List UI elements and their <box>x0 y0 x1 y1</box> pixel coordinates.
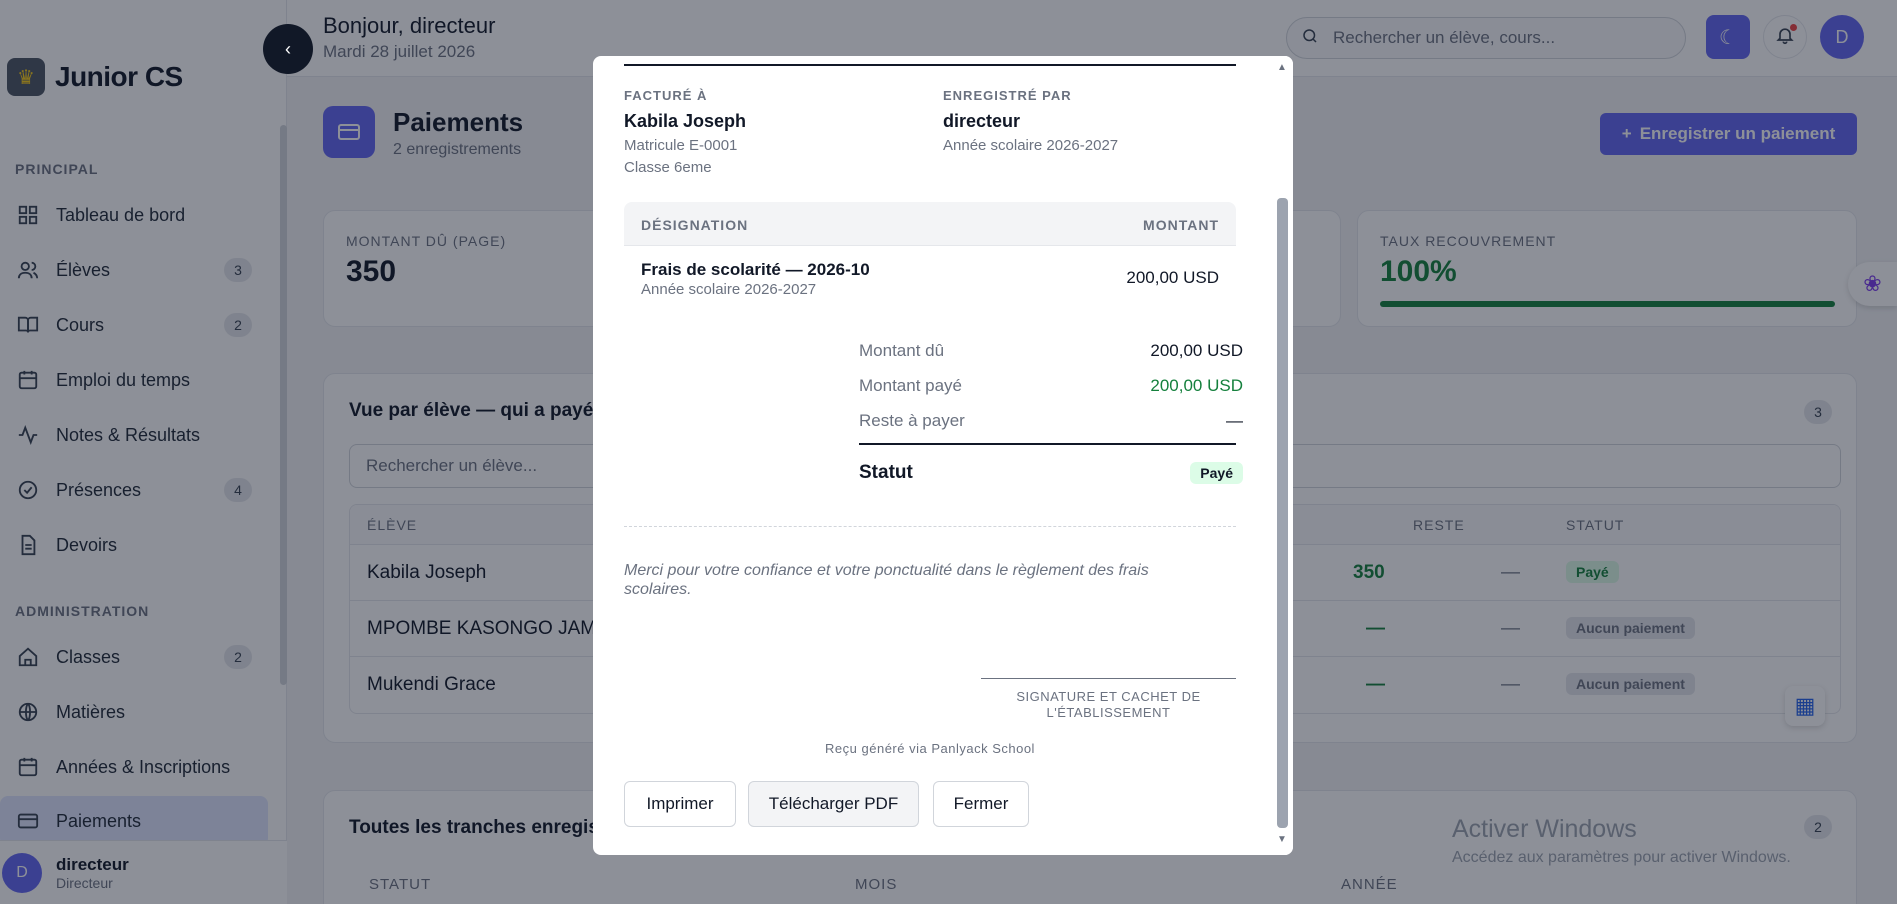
chevron-left-icon: ‹ <box>285 38 291 59</box>
recorded-by: directeur <box>943 111 1021 131</box>
status-label: Statut <box>859 462 913 483</box>
col-designation: DÉSIGNATION <box>641 217 749 233</box>
scroll-up-arrow-icon[interactable]: ▲ <box>1277 62 1287 73</box>
signature-label: SIGNATURE ET CACHET DE L'ÉTABLISSEMENT <box>1016 689 1201 720</box>
print-button[interactable]: Imprimer <box>624 781 736 827</box>
paid-label: Montant payé <box>859 376 963 395</box>
item-sub: Année scolaire 2026-2027 <box>641 281 817 298</box>
col-montant: MONTANT <box>1143 217 1219 233</box>
rest-value: — <box>1226 411 1243 430</box>
table-header: DÉSIGNATION MONTANT <box>624 202 1236 246</box>
summary-divider <box>859 443 1236 445</box>
due-label: Montant dû <box>859 341 945 360</box>
scroll-down-arrow-icon[interactable]: ▼ <box>1277 834 1287 845</box>
collapse-sidebar-button[interactable]: ‹ <box>263 24 313 74</box>
due-value: 200,00 USD <box>1150 341 1243 360</box>
thank-you-note: Merci pour votre confiance et votre ponc… <box>624 562 1149 598</box>
signature-line <box>981 678 1236 679</box>
recorded-by-label: ENREGISTRÉ PAR <box>943 88 1072 103</box>
dotted-divider <box>624 526 1236 527</box>
divider <box>624 64 1236 66</box>
rest-label: Reste à payer <box>859 411 965 430</box>
billed-to-label: FACTURÉ À <box>624 88 708 103</box>
generated-note: Reçu généré via Panlyack School <box>825 741 1035 756</box>
paid-value: 200,00 USD <box>1150 376 1243 395</box>
close-button[interactable]: Fermer <box>933 781 1029 827</box>
status-badge: Payé <box>1190 462 1243 484</box>
billed-name: Kabila Joseph <box>624 111 747 131</box>
receipt-items-table: DÉSIGNATION MONTANT Frais de scolarité —… <box>624 202 1236 298</box>
receipt-modal: FACTURÉ À Kabila Joseph Matricule E-0001… <box>593 56 1293 855</box>
modal-scrollbar-thumb[interactable] <box>1277 198 1288 828</box>
school-year: Année scolaire 2026-2027 <box>943 137 1119 154</box>
classe: Classe 6eme <box>624 159 712 176</box>
item-amount: 200,00 USD <box>1126 268 1219 287</box>
matricule: Matricule E-0001 <box>624 137 738 154</box>
download-pdf-button[interactable]: Télécharger PDF <box>748 781 919 827</box>
item-name: Frais de scolarité — 2026-10 <box>641 260 870 279</box>
